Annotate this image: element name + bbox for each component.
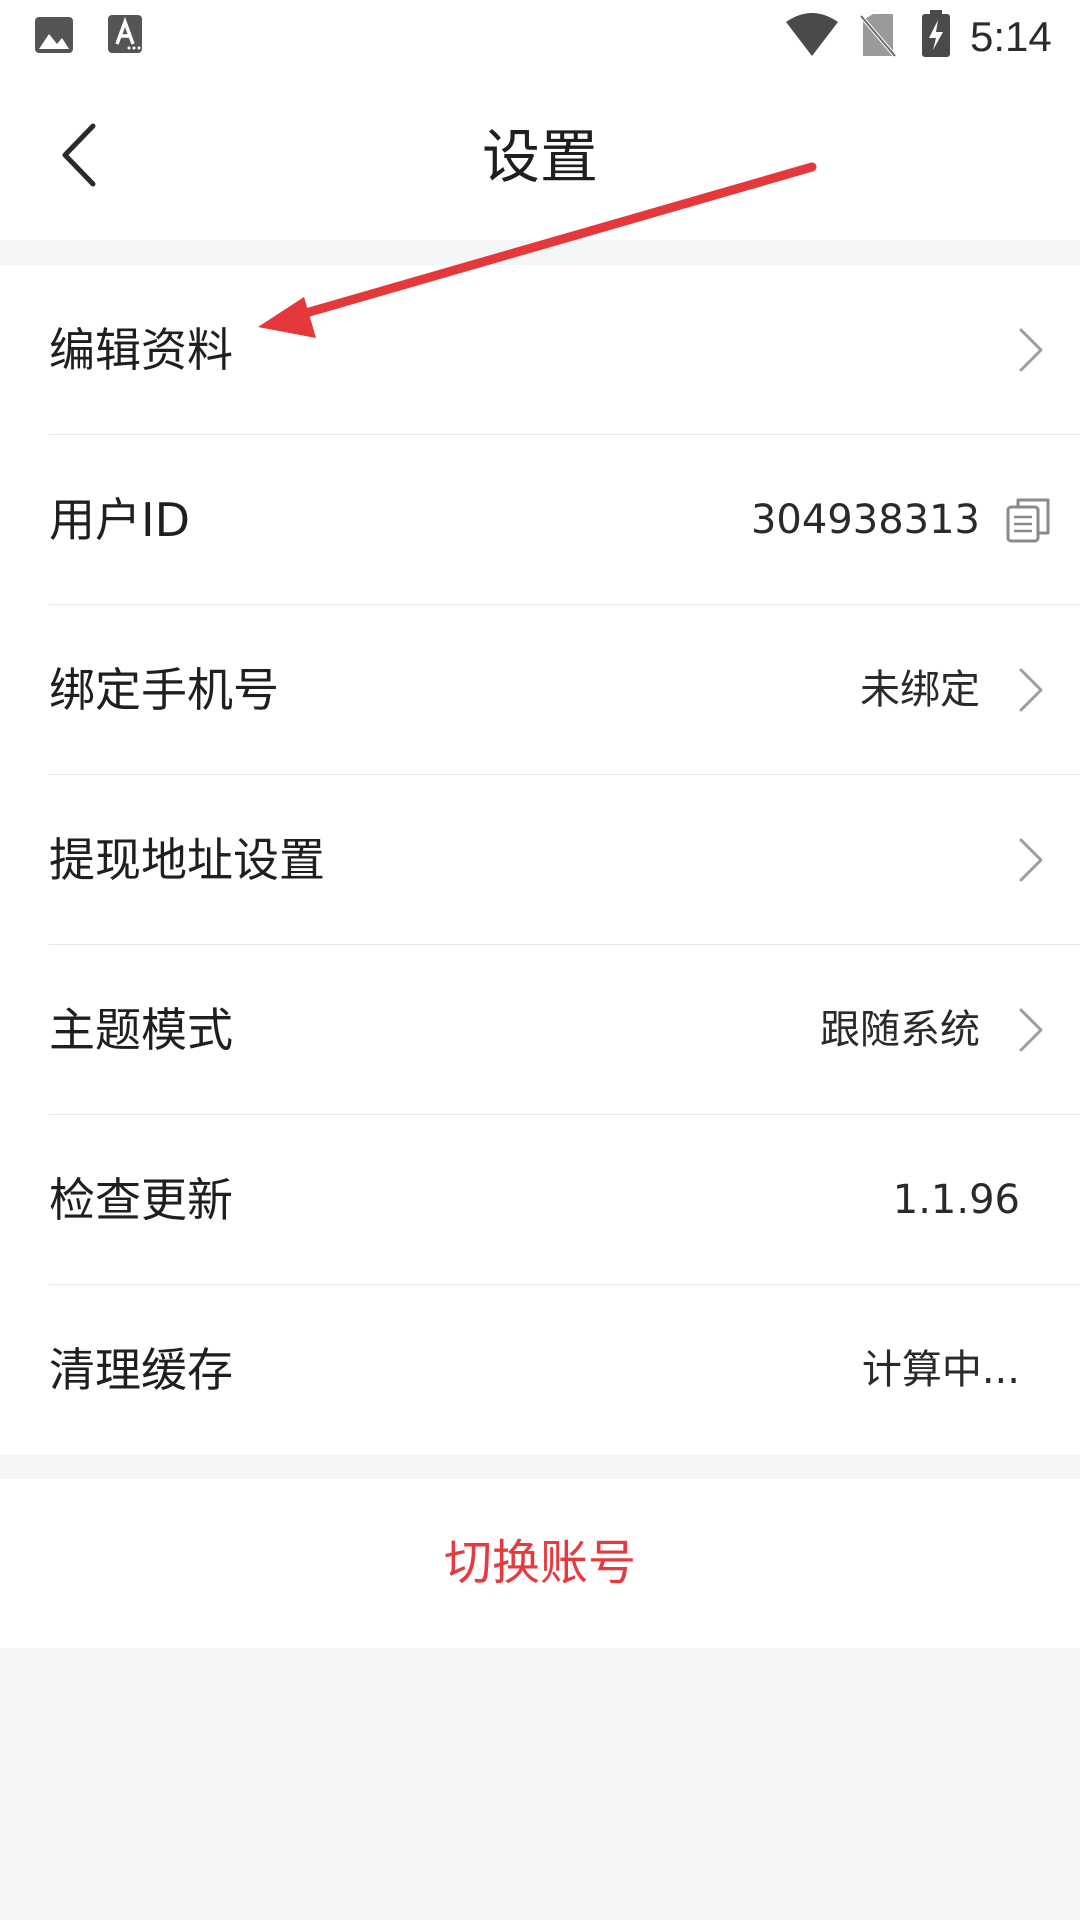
user-id-value: 304938313 bbox=[750, 497, 980, 543]
gallery-icon bbox=[35, 17, 73, 53]
status-bar: 5:14 bbox=[0, 0, 1080, 75]
page-title: 设置 bbox=[481, 123, 598, 191]
withdraw-address-label: 提现地址设置 bbox=[49, 833, 325, 887]
user-id-label: 用户ID bbox=[49, 493, 190, 547]
wifi-icon bbox=[786, 13, 838, 56]
check-update-row[interactable]: 检查更新 1.1.96 bbox=[49, 1115, 1080, 1285]
cache-size-value: 计算中... bbox=[861, 1347, 1020, 1393]
edit-profile-row[interactable]: 编辑资料 bbox=[49, 265, 1080, 435]
text-a-icon bbox=[108, 15, 142, 53]
chevron-right-icon bbox=[1019, 328, 1043, 372]
clear-cache-row[interactable]: 清理缓存 计算中... bbox=[49, 1285, 1080, 1455]
app-version-value: 1.1.96 bbox=[892, 1177, 1020, 1223]
switch-account-button[interactable]: 切换账号 bbox=[0, 1479, 1080, 1648]
check-update-label: 检查更新 bbox=[49, 1173, 233, 1227]
clear-cache-label: 清理缓存 bbox=[49, 1343, 233, 1397]
theme-mode-label: 主题模式 bbox=[49, 1003, 233, 1057]
switch-account-label: 切换账号 bbox=[443, 1535, 636, 1591]
chevron-right-icon bbox=[1019, 1008, 1043, 1052]
battery-charging-icon bbox=[922, 10, 950, 57]
user-id-row: 用户ID 304938313 bbox=[49, 435, 1080, 605]
header: 设置 bbox=[0, 75, 1080, 240]
theme-mode-value: 跟随系统 bbox=[820, 1007, 980, 1053]
chevron-right-icon bbox=[1019, 838, 1043, 882]
bind-phone-value: 未绑定 bbox=[860, 667, 980, 713]
no-sim-icon bbox=[859, 14, 897, 58]
chevron-right-icon bbox=[1019, 668, 1043, 712]
withdraw-address-row[interactable]: 提现地址设置 bbox=[49, 775, 1080, 945]
edit-profile-label: 编辑资料 bbox=[49, 323, 233, 377]
bind-phone-label: 绑定手机号 bbox=[49, 663, 279, 717]
theme-mode-row[interactable]: 主题模式 跟随系统 bbox=[49, 945, 1080, 1115]
back-button[interactable] bbox=[40, 115, 120, 195]
copy-icon[interactable] bbox=[1004, 495, 1054, 545]
chevron-left-icon bbox=[62, 123, 96, 187]
status-time: 5:14 bbox=[970, 13, 1052, 60]
bind-phone-row[interactable]: 绑定手机号 未绑定 bbox=[49, 605, 1080, 775]
settings-list: 编辑资料 用户ID 304938313 绑定手机号 未绑定 提现地址设置 主题模… bbox=[0, 265, 1080, 1455]
